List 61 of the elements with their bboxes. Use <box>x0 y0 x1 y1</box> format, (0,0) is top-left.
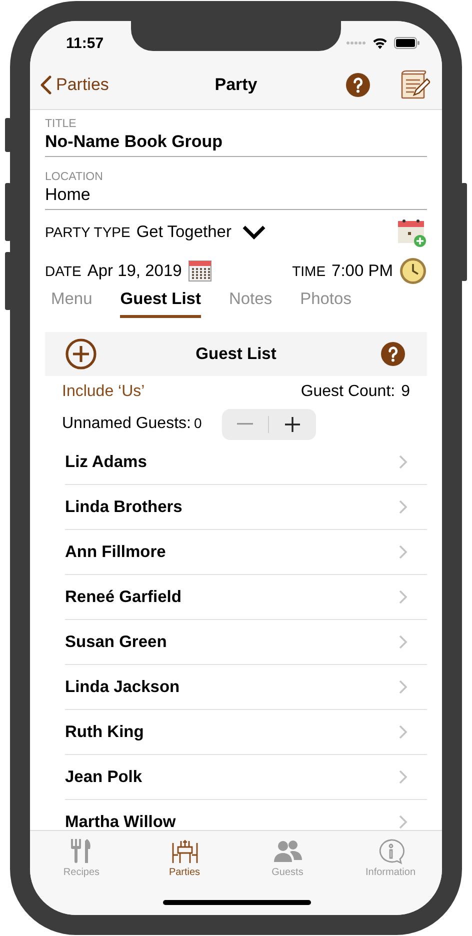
chevron-right-icon <box>399 500 407 514</box>
field-label: TIME <box>292 263 326 279</box>
field-label: DATE <box>45 263 82 279</box>
tab-bar-item[interactable]: Parties <box>133 831 236 878</box>
field-value[interactable]: Home <box>45 185 90 209</box>
calendar-icon[interactable] <box>188 259 214 283</box>
help-button[interactable] <box>381 342 405 366</box>
back-button[interactable]: Parties <box>40 75 109 95</box>
field-value[interactable]: No-Name Book Group <box>45 132 223 156</box>
notepad-button[interactable] <box>400 70 430 100</box>
time-value[interactable]: 7:00 PM <box>332 262 393 280</box>
info-icon <box>378 839 404 864</box>
notepad-pencil-icon <box>400 70 430 100</box>
guest-name[interactable]: Reneé Garfield <box>65 588 399 606</box>
people-icon <box>274 840 302 862</box>
unnamed-guests-label: Unnamed Guests: <box>62 415 191 433</box>
guest-name[interactable]: Ruth King <box>65 722 399 742</box>
chevron-down-icon[interactable] <box>241 224 268 240</box>
calendar-add-icon[interactable] <box>397 217 427 247</box>
field-label: PARTY TYPE <box>45 224 130 240</box>
guest-count-label: Guest Count: <box>300 383 396 401</box>
guest-name[interactable]: Ann Fillmore <box>65 542 399 562</box>
battery-icon <box>394 37 420 49</box>
party-type-value[interactable]: Get Together <box>136 222 232 242</box>
plus-circle-icon <box>65 338 97 370</box>
guest-name[interactable]: Linda Brothers <box>65 498 399 516</box>
chevron-right-icon <box>399 680 407 694</box>
dining-table-icon <box>172 839 198 864</box>
plus-icon <box>285 416 300 432</box>
chevron-right-icon <box>399 815 407 829</box>
date-value[interactable]: Apr 19, 2019 <box>87 262 182 280</box>
wifi-icon <box>372 37 388 49</box>
guest-name[interactable]: Martha Willow <box>65 812 399 830</box>
chevron-right-icon <box>399 725 407 739</box>
chevron-right-icon <box>399 545 407 559</box>
chevron-left-icon <box>40 75 52 95</box>
guest-name[interactable]: Linda Jackson <box>65 678 399 696</box>
chevron-right-icon <box>399 770 407 784</box>
add-button[interactable] <box>65 338 97 370</box>
guest-name[interactable]: Liz Adams <box>65 452 399 472</box>
signal-icon <box>346 41 366 45</box>
help-icon <box>346 73 370 97</box>
unnamed-guests-value: 0 <box>194 415 202 431</box>
guest-name[interactable]: Jean Polk <box>65 768 399 786</box>
include-us-button[interactable]: Include ‘Us’ <box>62 383 145 401</box>
clock-icon[interactable] <box>399 257 427 285</box>
field-label: TITLE <box>45 117 76 131</box>
chevron-right-icon <box>399 590 407 604</box>
chevron-right-icon <box>399 635 407 649</box>
guest-name[interactable]: Susan Green <box>65 632 399 652</box>
help-button[interactable] <box>346 73 370 97</box>
guest-count-value: 9 <box>401 383 410 401</box>
help-icon <box>381 342 405 366</box>
section-title: Guest List <box>196 344 276 362</box>
segment-tab[interactable]: Guest List <box>120 288 201 318</box>
field-label: LOCATION <box>45 170 103 184</box>
status-time: 11:57 <box>66 34 104 52</box>
minus-icon <box>237 423 253 425</box>
nav-title: Party <box>214 75 258 94</box>
fork-knife-icon <box>70 839 90 863</box>
chevron-right-icon <box>399 455 407 469</box>
